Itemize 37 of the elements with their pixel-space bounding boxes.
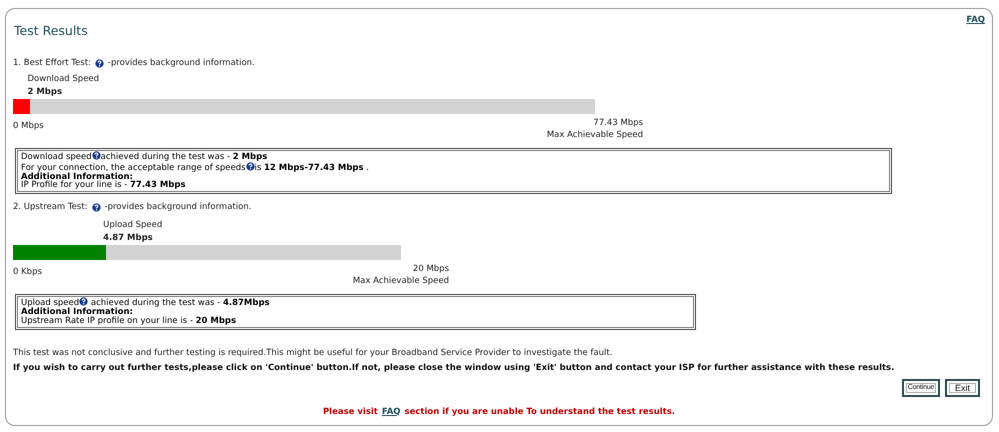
meter-label: Upload Speed: [103, 220, 164, 230]
help-icon[interactable]: [92, 151, 101, 160]
info-text: For your connection, the acceptable range of speeds: [21, 162, 246, 173]
max-caption: Max Achievable Speed: [352, 276, 449, 286]
footer-text: section if you are unable To understand the test results.: [404, 406, 676, 418]
info-text: achieved during the test was - 4.87Mbps: [90, 298, 270, 308]
test-heading: 1. Best Effort Test:: [13, 58, 91, 68]
page-title: Test Results: [14, 23, 88, 38]
info-text: Download speed: [21, 152, 92, 162]
scale-max: 77.43 Mbps: [593, 118, 643, 128]
test-note: -provides background information.: [108, 58, 255, 68]
instruction-text: If you wish to carry out further tests,please click on 'Continue' button.If not, please close the window using 'Exit' button and contact your ISP for further assistance with these results.: [13, 362, 896, 374]
info-text: Upstream Rate IP profile on your line is - 20 Mbps: [21, 316, 236, 326]
exit-button[interactable]: Exit: [945, 378, 980, 397]
info-text: is 12 Mbps-77.43 Mbps .: [254, 162, 369, 173]
test-heading: 2. Upstream Test:: [13, 202, 88, 212]
info-text: IP Profile for your line is - 77.43 Mbps: [21, 180, 186, 190]
meter-value: 4.87 Mbps: [103, 233, 154, 244]
scale-min: 0 Mbps: [13, 121, 44, 131]
help-icon[interactable]: [92, 202, 101, 212]
info-text: achieved during the test was - 2 Mbps: [100, 152, 268, 162]
help-icon[interactable]: [94, 58, 104, 68]
test-note: -provides background information.: [104, 202, 252, 212]
faq-link[interactable]: FAQ: [966, 15, 985, 25]
max-caption: Max Achievable Speed: [546, 130, 643, 140]
conclusion-text: This test was not conclusive and further testing is required.This might be useful for your Broadband Service Provider to investigate the fault.: [13, 348, 614, 359]
help-icon[interactable]: [246, 162, 255, 171]
footer-text: Please visit: [322, 406, 378, 418]
info-text: Additional Information:: [21, 172, 133, 182]
info-text: Additional Information:: [21, 306, 133, 317]
meter-label: Download Speed: [27, 74, 100, 84]
scale-max: 20 Mbps: [412, 264, 449, 274]
scale-min: 0 Kbps: [13, 267, 42, 278]
meter-value: 2 Mbps: [27, 87, 64, 97]
faq-link[interactable]: FAQ: [382, 406, 401, 418]
help-icon[interactable]: [79, 297, 88, 306]
info-text: Upload speed: [21, 298, 80, 308]
